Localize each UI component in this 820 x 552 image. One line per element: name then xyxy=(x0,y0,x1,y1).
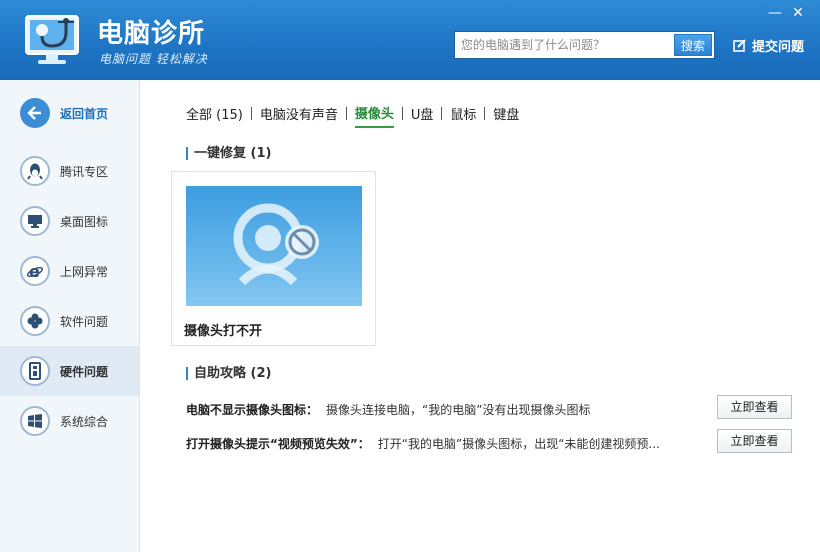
tab-no-sound[interactable]: 电脑没有声音 xyxy=(260,104,338,127)
tab-mouse[interactable]: 鼠标 xyxy=(450,104,476,127)
oneclick-section-title: 一键修复 (1) xyxy=(186,147,271,160)
sidebar-item-home[interactable]: 返回首页 xyxy=(0,88,139,138)
tab-divider xyxy=(345,106,347,120)
guide-title: 电脑不显示摄像头图标： xyxy=(186,402,319,417)
card-title: 摄像头打不开 xyxy=(184,324,263,339)
app-title: 电脑诊所 xyxy=(97,19,206,49)
sidebar-item-label: 桌面图标 xyxy=(60,214,109,229)
sidebar-item-label: 硬件问题 xyxy=(60,364,109,379)
clover-icon xyxy=(20,306,50,336)
sidebar-item-label: 返回首页 xyxy=(60,106,109,121)
hardware-icon xyxy=(20,356,50,386)
category-tabs: 全部 (15) 电脑没有声音 摄像头 U盘 鼠标 键盘 xyxy=(186,103,519,128)
sidebar-item-system[interactable]: 系统综合 xyxy=(0,396,139,446)
app-slogan: 电脑问题 轻松解决 xyxy=(99,52,208,66)
search-button[interactable]: 搜索 xyxy=(674,34,712,56)
camera-fix-card[interactable]: 摄像头打不开 xyxy=(171,171,376,346)
sidebar-item-tencent[interactable]: 腾讯专区 xyxy=(0,146,139,196)
tab-all[interactable]: 全部 (15) xyxy=(186,104,243,127)
guide-row: 电脑不显示摄像头图标： 摄像头连接电脑，“我的电脑”没有出现摄像头图标 立即查看 xyxy=(186,395,796,421)
sidebar-item-desktop-icons[interactable]: 桌面图标 xyxy=(0,196,139,246)
guides-section-title: 自助攻略 (2) xyxy=(186,367,271,380)
tab-keyboard[interactable]: 键盘 xyxy=(493,104,519,127)
edit-icon xyxy=(733,38,746,52)
sidebar-item-hardware[interactable]: 硬件问题 xyxy=(0,346,139,396)
guide-desc: 打开“我的电脑”摄像头图标，出现“未能创建视频预... xyxy=(377,436,660,451)
submit-question-label: 提交问题 xyxy=(752,40,805,55)
qq-penguin-icon xyxy=(20,156,50,186)
guide-desc: 摄像头连接电脑，“我的电脑”没有出现摄像头图标 xyxy=(326,402,591,417)
search-input[interactable] xyxy=(455,32,677,58)
sidebar-item-internet[interactable]: e 上网异常 xyxy=(0,246,139,296)
tab-usb-drive[interactable]: U盘 xyxy=(411,104,434,127)
minimize-button[interactable]: — xyxy=(765,4,785,22)
tab-divider xyxy=(484,106,486,120)
app-logo-icon xyxy=(22,12,86,70)
sidebar-item-label: 系统综合 xyxy=(60,414,109,429)
sidebar: 返回首页 腾讯专区 桌面图标 e 上网异常 软件问题 硬件问题 系统综合 xyxy=(0,80,140,552)
tab-camera[interactable]: 摄像头 xyxy=(354,103,394,128)
sidebar-item-label: 腾讯专区 xyxy=(60,164,109,179)
sidebar-item-label: 上网异常 xyxy=(60,264,109,279)
ie-browser-icon: e xyxy=(20,256,50,286)
tab-divider xyxy=(441,106,443,120)
sidebar-item-label: 软件问题 xyxy=(60,314,109,329)
windows-logo-icon xyxy=(20,406,50,436)
camera-disabled-icon xyxy=(186,186,362,306)
view-now-button[interactable]: 立即查看 xyxy=(717,395,792,419)
back-arrow-icon xyxy=(20,98,50,128)
view-now-button[interactable]: 立即查看 xyxy=(717,429,792,453)
tab-divider xyxy=(250,106,252,120)
submit-question-button[interactable]: 提交问题 xyxy=(733,36,804,55)
guide-row: 打开摄像头提示“视频预览失效”： 打开“我的电脑”摄像头图标，出现“未能创建视频… xyxy=(186,429,796,455)
close-button[interactable]: ✕ xyxy=(788,4,808,22)
search-box: 搜索 xyxy=(454,31,715,59)
sidebar-item-software[interactable]: 软件问题 xyxy=(0,296,139,346)
tab-divider xyxy=(401,106,403,120)
monitor-icon xyxy=(20,206,50,236)
title-bar: 电脑诊所 电脑问题 轻松解决 — ✕ 搜索 提交问题 xyxy=(0,0,820,80)
guide-title: 打开摄像头提示“视频预览失效”： xyxy=(186,436,370,451)
